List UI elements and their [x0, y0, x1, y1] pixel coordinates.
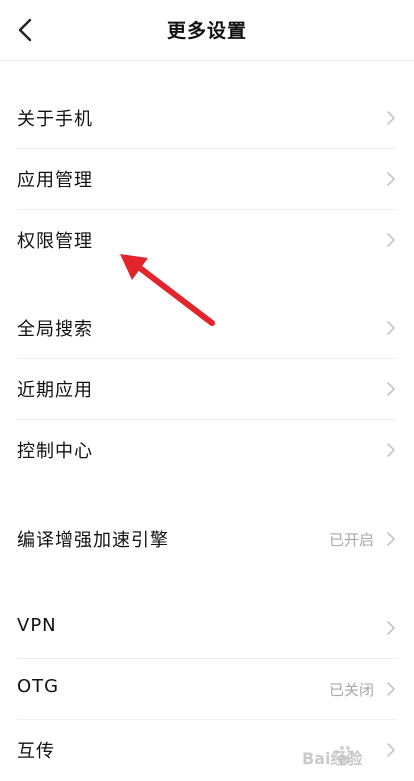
row-label: 控制中心	[17, 441, 93, 462]
settings-row-otg[interactable]: OTG 已关闭	[0, 659, 414, 720]
chevron-right-icon	[384, 618, 398, 638]
header-divider	[0, 60, 414, 61]
row-label: 近期应用	[17, 380, 93, 401]
settings-row-global-search[interactable]: 全局搜索	[0, 298, 414, 359]
row-label: OTG	[17, 676, 60, 697]
settings-row-permission-management[interactable]: 权限管理	[0, 210, 414, 271]
chevron-right-icon	[384, 230, 398, 250]
row-label: 关于手机	[17, 109, 93, 130]
settings-row-vpn[interactable]: VPN	[0, 598, 414, 659]
chevron-right-icon	[384, 379, 398, 399]
chevron-right-icon	[384, 318, 398, 338]
row-label: 应用管理	[17, 170, 93, 191]
chevron-right-icon	[384, 440, 398, 460]
settings-row-control-center[interactable]: 控制中心	[0, 420, 414, 481]
chevron-right-icon	[384, 108, 398, 128]
row-label: 权限管理	[17, 231, 93, 252]
chevron-right-icon	[384, 169, 398, 189]
chevron-right-icon	[384, 679, 398, 699]
row-label: 互传	[17, 741, 55, 762]
row-status-value: 已关闭	[328, 681, 374, 699]
settings-row-about-phone[interactable]: 关于手机	[0, 88, 414, 149]
settings-row-app-management[interactable]: 应用管理	[0, 149, 414, 210]
row-status-value: 已开启	[328, 531, 374, 549]
header-bar: 更多设置	[0, 0, 414, 60]
row-label: VPN	[17, 615, 57, 636]
row-label: 全局搜索	[17, 319, 93, 340]
settings-row-compile-boost-engine[interactable]: 编译增强加速引擎 已开启	[0, 509, 414, 570]
settings-row-transfer[interactable]: 互传	[0, 720, 414, 781]
row-label: 编译增强加速引擎	[17, 530, 169, 551]
page-title: 更多设置	[166, 20, 247, 42]
settings-row-recent-apps[interactable]: 近期应用	[0, 359, 414, 420]
chevron-right-icon	[384, 740, 398, 760]
chevron-right-icon	[384, 529, 398, 549]
